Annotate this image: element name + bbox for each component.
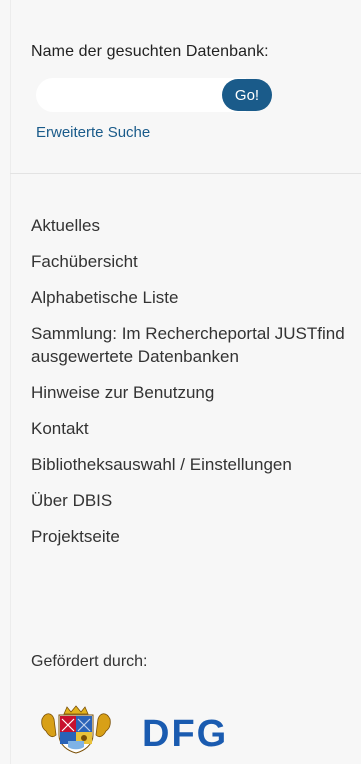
sidebar-nav: Aktuelles Fachübersicht Alphabetische Li… xyxy=(31,214,351,561)
search-label: Name der gesuchten Datenbank: xyxy=(31,43,269,60)
search-form: Go! xyxy=(36,78,272,112)
nav-item-fachuebersicht[interactable]: Fachübersicht xyxy=(31,250,351,273)
dfg-logo-text: DFG xyxy=(142,713,228,753)
advanced-search-link[interactable]: Erweiterte Suche xyxy=(36,124,150,141)
nav-item-aktuelles[interactable]: Aktuelles xyxy=(31,214,351,237)
nav-item-projektseite[interactable]: Projektseite xyxy=(31,525,351,548)
nav-item-ueber-dbis[interactable]: Über DBIS xyxy=(31,489,351,512)
funding-label: Gefördert durch: xyxy=(31,653,148,670)
nav-item-sammlung[interactable]: Sammlung: Im Rechercheportal JUSTfind au… xyxy=(31,322,351,368)
divider xyxy=(10,173,361,174)
dfg-logo[interactable]: DFG xyxy=(142,713,246,753)
search-input[interactable] xyxy=(36,78,246,112)
bavaria-coat-of-arms-icon[interactable] xyxy=(40,705,112,755)
nav-item-kontakt[interactable]: Kontakt xyxy=(31,417,351,440)
go-button[interactable]: Go! xyxy=(222,79,272,111)
nav-item-hinweise[interactable]: Hinweise zur Benutzung xyxy=(31,381,351,404)
nav-item-bibliotheksauswahl[interactable]: Bibliotheksauswahl / Einstellungen xyxy=(31,453,351,476)
nav-item-alphabetische-liste[interactable]: Alphabetische Liste xyxy=(31,286,351,309)
